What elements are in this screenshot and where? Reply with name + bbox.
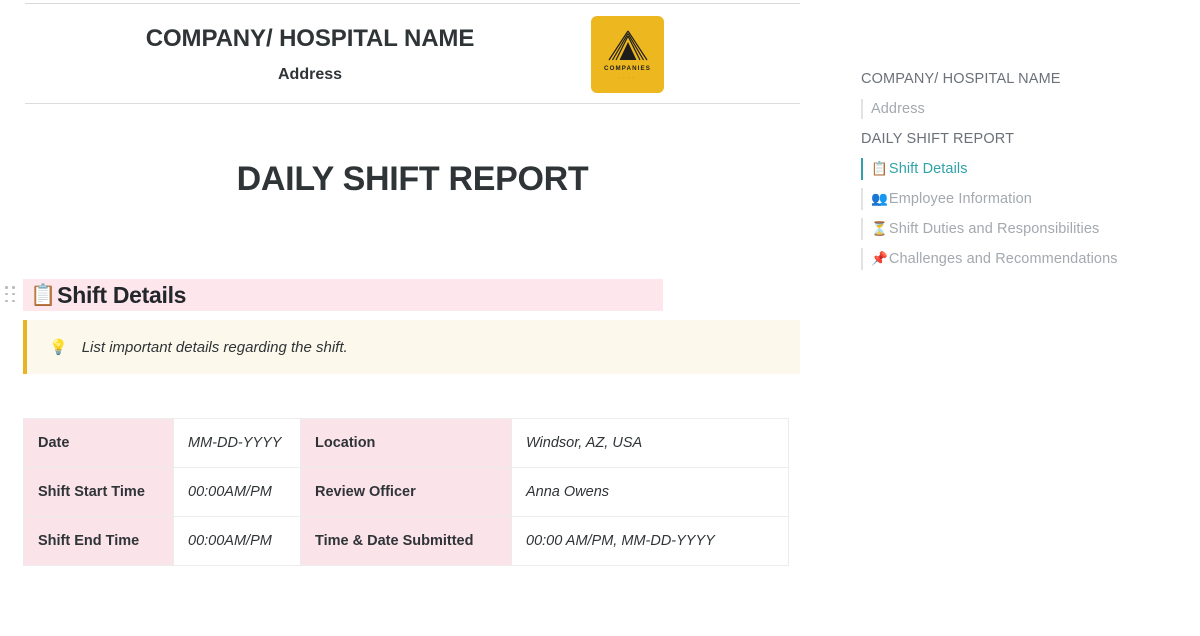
cell-label[interactable]: Location (301, 419, 512, 468)
top-divider (25, 3, 800, 4)
cell-value[interactable]: 00:00AM/PM (174, 468, 301, 517)
outline-entry-challenges[interactable]: 📌 Challenges and Recommendations (845, 244, 1135, 274)
block-drag-handle[interactable] (5, 286, 17, 304)
company-name: COMPANY/ HOSPITAL NAME (25, 24, 595, 54)
outline-entry-label: Shift Details (889, 159, 968, 179)
header-text-block: COMPANY/ HOSPITAL NAME Address (25, 14, 595, 87)
outline-entry-label: Challenges and Recommendations (889, 249, 1118, 269)
clipboard-icon: 📋 (871, 162, 888, 176)
outline-entry-address[interactable]: Address (845, 94, 1135, 124)
mountain-triangle-logo-icon (606, 29, 650, 63)
cell-label[interactable]: Time & Date Submitted (301, 517, 512, 566)
clipboard-icon: 📋 (30, 285, 56, 306)
table-row[interactable]: Date MM-DD-YYYY Location Windsor, AZ, US… (24, 419, 789, 468)
outline-entry-shift-details[interactable]: 📋 Shift Details (845, 154, 1135, 184)
callout-text: List important details regarding the shi… (82, 339, 348, 356)
document-canvas[interactable]: COMPANY/ HOSPITAL NAME Address COMPANIES… (0, 0, 825, 636)
company-logo: COMPANIES LOGO (591, 16, 664, 93)
header-divider (25, 103, 800, 104)
outline-entry-shift-duties[interactable]: ⏳ Shift Duties and Responsibilities (845, 214, 1135, 244)
app-root: COMPANY/ HOSPITAL NAME Address COMPANIES… (0, 0, 1200, 636)
company-address: Address (25, 63, 595, 87)
outline-panel: COMPANY/ HOSPITAL NAME Address DAILY SHI… (845, 0, 1200, 636)
outline-entry-label: COMPANY/ HOSPITAL NAME (845, 64, 1061, 94)
cell-value[interactable]: 00:00 AM/PM, MM-DD-YYYY (512, 517, 789, 566)
cell-label[interactable]: Shift End Time (24, 517, 174, 566)
outline-entry-employee-information[interactable]: 👥 Employee Information (845, 184, 1135, 214)
section-heading-shift-details[interactable]: 📋 Shift Details (23, 279, 663, 311)
cell-label[interactable]: Review Officer (301, 468, 512, 517)
pushpin-icon: 📌 (871, 252, 888, 266)
hourglass-icon: ⏳ (871, 222, 888, 236)
outline-entry-label: DAILY SHIFT REPORT (845, 124, 1014, 154)
table-row[interactable]: Shift Start Time 00:00AM/PM Review Offic… (24, 468, 789, 517)
cell-value[interactable]: MM-DD-YYYY (174, 419, 301, 468)
outline-entry-label: Employee Information (889, 189, 1032, 209)
logo-wordmark: COMPANIES (604, 65, 651, 72)
shift-details-table[interactable]: Date MM-DD-YYYY Location Windsor, AZ, US… (23, 418, 789, 566)
cell-value[interactable]: 00:00AM/PM (174, 517, 301, 566)
outline-entry-company-name[interactable]: COMPANY/ HOSPITAL NAME (845, 64, 1135, 94)
cell-value[interactable]: Windsor, AZ, USA (512, 419, 789, 468)
outline-entry-label: Address (845, 94, 925, 124)
callout-box[interactable]: 💡 List important details regarding the s… (23, 320, 800, 374)
cell-value[interactable]: Anna Owens (512, 468, 789, 517)
cell-label[interactable]: Shift Start Time (24, 468, 174, 517)
page-title: DAILY SHIFT REPORT (25, 160, 800, 199)
section-heading-label: Shift Details (57, 282, 186, 309)
logo-subtext: LOGO (619, 75, 637, 80)
outline-entry-daily-shift-report[interactable]: DAILY SHIFT REPORT (845, 124, 1135, 154)
table-row[interactable]: Shift End Time 00:00AM/PM Time & Date Su… (24, 517, 789, 566)
cell-label[interactable]: Date (24, 419, 174, 468)
outline-entry-label: Shift Duties and Responsibilities (889, 219, 1099, 239)
outline-list: COMPANY/ HOSPITAL NAME Address DAILY SHI… (845, 64, 1135, 274)
document-header: COMPANY/ HOSPITAL NAME Address COMPANIES… (25, 14, 800, 104)
lightbulb-icon: 💡 (49, 340, 68, 355)
people-icon: 👥 (871, 192, 888, 206)
